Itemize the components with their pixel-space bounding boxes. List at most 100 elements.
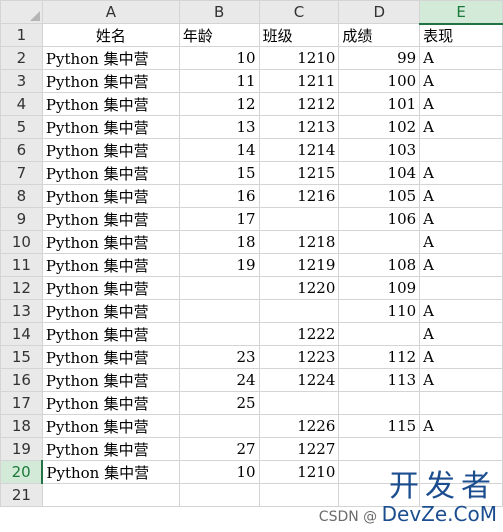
cell-b2[interactable]: 10 xyxy=(178,46,260,70)
cell-b3[interactable]: 11 xyxy=(178,69,260,93)
cell-c1[interactable]: 班级 xyxy=(258,23,340,47)
cell-c15[interactable]: 1223 xyxy=(258,345,340,369)
cell-c14[interactable]: 1222 xyxy=(258,322,340,346)
cell-e16[interactable]: A xyxy=(419,368,503,392)
row-header[interactable]: 16 xyxy=(0,368,43,392)
column-header-e[interactable]: E xyxy=(419,0,503,25)
cell-a20[interactable]: Python 集中营 xyxy=(41,460,180,484)
row-header[interactable]: 17 xyxy=(0,391,43,415)
cell-b14[interactable] xyxy=(178,322,260,346)
cell-c17[interactable] xyxy=(258,391,340,415)
column-header-c[interactable]: C xyxy=(258,0,340,24)
row-header[interactable]: 8 xyxy=(0,184,43,208)
row-header[interactable]: 13 xyxy=(0,299,43,323)
cell-b5[interactable]: 13 xyxy=(178,115,260,139)
cell-e13[interactable]: A xyxy=(419,299,503,323)
cell-c13[interactable] xyxy=(258,299,340,323)
cell-b12[interactable] xyxy=(178,276,260,300)
cell-a4[interactable]: Python 集中营 xyxy=(41,92,180,116)
cell-e21[interactable] xyxy=(419,483,503,507)
cell-c18[interactable]: 1226 xyxy=(258,414,340,438)
cell-d8[interactable]: 105 xyxy=(338,184,421,208)
cell-d11[interactable]: 108 xyxy=(338,253,421,277)
cell-d16[interactable]: 113 xyxy=(338,368,421,392)
cell-c21[interactable] xyxy=(258,483,340,507)
cell-a12[interactable]: Python 集中营 xyxy=(41,276,180,300)
cell-e12[interactable] xyxy=(419,276,503,300)
cell-c6[interactable]: 1214 xyxy=(258,138,340,162)
cell-d21[interactable] xyxy=(338,483,421,507)
row-header[interactable]: 20 xyxy=(0,460,44,484)
row-header[interactable]: 9 xyxy=(0,207,43,231)
cell-a11[interactable]: Python 集中营 xyxy=(41,253,180,277)
cell-e8[interactable]: A xyxy=(419,184,503,208)
cell-c11[interactable]: 1219 xyxy=(258,253,340,277)
row-header[interactable]: 12 xyxy=(0,276,43,300)
cell-c16[interactable]: 1224 xyxy=(258,368,340,392)
cell-d13[interactable]: 110 xyxy=(338,299,421,323)
cell-b11[interactable]: 19 xyxy=(178,253,260,277)
cell-b10[interactable]: 18 xyxy=(178,230,260,254)
cell-e1[interactable]: 表现 xyxy=(419,23,503,47)
cell-b1[interactable]: 年龄 xyxy=(178,23,260,47)
cell-d18[interactable]: 115 xyxy=(338,414,421,438)
cell-b16[interactable]: 24 xyxy=(178,368,260,392)
cell-e19[interactable] xyxy=(419,437,503,461)
cell-d15[interactable]: 112 xyxy=(338,345,421,369)
cell-a1[interactable]: 姓名 xyxy=(41,23,180,47)
cell-b13[interactable] xyxy=(178,299,260,323)
cell-a8[interactable]: Python 集中营 xyxy=(41,184,180,208)
cell-a21[interactable] xyxy=(41,483,180,507)
cell-d4[interactable]: 101 xyxy=(338,92,421,116)
cell-a19[interactable]: Python 集中营 xyxy=(41,437,180,461)
cell-d9[interactable]: 106 xyxy=(338,207,421,231)
cell-e5[interactable]: A xyxy=(419,115,503,139)
cell-a18[interactable]: Python 集中营 xyxy=(41,414,180,438)
row-header[interactable]: 4 xyxy=(0,92,43,116)
cell-a2[interactable]: Python 集中营 xyxy=(41,46,180,70)
cell-a17[interactable]: Python 集中营 xyxy=(41,391,180,415)
cell-a9[interactable]: Python 集中营 xyxy=(41,207,180,231)
row-header[interactable]: 5 xyxy=(0,115,43,139)
column-header-b[interactable]: B xyxy=(178,0,260,24)
cell-c19[interactable]: 1227 xyxy=(258,437,340,461)
select-all-corner[interactable] xyxy=(0,0,43,24)
cell-e7[interactable]: A xyxy=(419,161,503,185)
cell-d6[interactable]: 103 xyxy=(338,138,421,162)
cell-e2[interactable]: A xyxy=(419,46,503,70)
cell-c5[interactable]: 1213 xyxy=(258,115,340,139)
cell-c3[interactable]: 1211 xyxy=(258,69,340,93)
cell-d1[interactable]: 成绩 xyxy=(338,23,421,47)
cell-a7[interactable]: Python 集中营 xyxy=(41,161,180,185)
cell-a3[interactable]: Python 集中营 xyxy=(41,69,180,93)
cell-c20[interactable]: 1210 xyxy=(258,460,340,484)
cell-d19[interactable] xyxy=(338,437,421,461)
row-header[interactable]: 2 xyxy=(0,46,43,70)
cell-c9[interactable] xyxy=(258,207,340,231)
cell-d14[interactable] xyxy=(338,322,421,346)
cell-d17[interactable] xyxy=(338,391,421,415)
cell-c12[interactable]: 1220 xyxy=(258,276,340,300)
cell-b4[interactable]: 12 xyxy=(178,92,260,116)
cell-d20[interactable] xyxy=(338,460,421,484)
cell-c7[interactable]: 1215 xyxy=(258,161,340,185)
cell-a14[interactable]: Python 集中营 xyxy=(41,322,180,346)
cell-e9[interactable]: A xyxy=(419,207,503,231)
cell-c4[interactable]: 1212 xyxy=(258,92,340,116)
cell-c10[interactable]: 1218 xyxy=(258,230,340,254)
row-header[interactable]: 19 xyxy=(0,437,43,461)
cell-c2[interactable]: 1210 xyxy=(258,46,340,70)
cell-a5[interactable]: Python 集中营 xyxy=(41,115,180,139)
cell-e11[interactable]: A xyxy=(419,253,503,277)
cell-b15[interactable]: 23 xyxy=(178,345,260,369)
cell-d12[interactable]: 109 xyxy=(338,276,421,300)
cell-d3[interactable]: 100 xyxy=(338,69,421,93)
cell-e14[interactable]: A xyxy=(419,322,503,346)
cell-e18[interactable]: A xyxy=(419,414,503,438)
cell-b20[interactable]: 10 xyxy=(178,460,260,484)
cell-d2[interactable]: 99 xyxy=(338,46,421,70)
row-header[interactable]: 6 xyxy=(0,138,43,162)
cell-b19[interactable]: 27 xyxy=(178,437,260,461)
column-header-d[interactable]: D xyxy=(338,0,421,24)
cell-b7[interactable]: 15 xyxy=(178,161,260,185)
